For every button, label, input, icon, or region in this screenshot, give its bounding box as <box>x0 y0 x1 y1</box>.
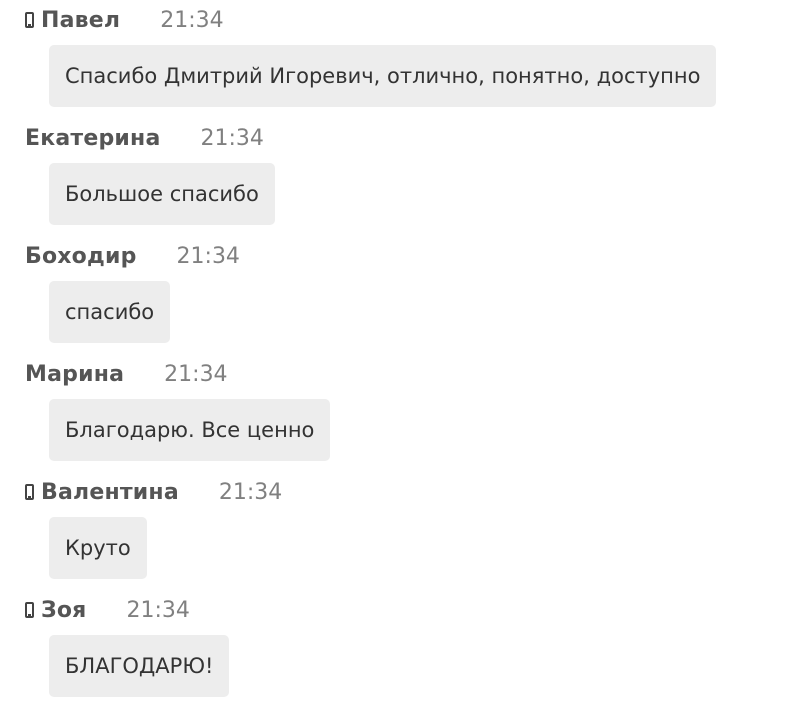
author-name: Павел <box>41 7 121 33</box>
author-name: Екатерина <box>25 125 161 151</box>
message-header: Зоя 21:34 <box>25 590 190 630</box>
message-time: 21:34 <box>218 479 283 505</box>
message-time: 21:34 <box>200 125 264 151</box>
chat-message: Зоя 21:34 БЛАГОДАРЮ! <box>0 590 808 708</box>
message-header: Екатерина 21:34 <box>25 118 264 158</box>
chat-message: Марина 21:34 Благодарю. Все ценно <box>0 354 808 472</box>
mobile-phone-icon <box>25 602 34 618</box>
message-bubble: спасибо <box>49 281 171 343</box>
message-time: 21:34 <box>164 361 228 387</box>
chat-message: Боходир 21:34 спасибо <box>0 236 808 354</box>
author-name: Зоя <box>41 597 87 623</box>
chat-message: Павел 21:34 Спасибо Дмитрий Игоревич, от… <box>0 0 808 118</box>
message-header: Павел 21:34 <box>25 0 224 40</box>
message-header: Марина 21:34 <box>25 354 228 394</box>
message-time: 21:34 <box>126 597 190 623</box>
chat-message: Екатерина 21:34 Большое спасибо <box>0 118 808 236</box>
author-name: Марина <box>25 361 125 387</box>
author-name: Валентина <box>41 479 179 505</box>
message-time: 21:34 <box>176 243 240 269</box>
message-bubble: Круто <box>49 517 147 579</box>
message-header: Валентина 21:34 <box>25 472 282 512</box>
message-header: Боходир 21:34 <box>25 236 240 276</box>
message-time: 21:34 <box>160 7 224 33</box>
message-bubble: Благодарю. Все ценно <box>49 399 331 461</box>
chat-message-list: Павел 21:34 Спасибо Дмитрий Игоревич, от… <box>0 0 808 704</box>
mobile-phone-icon <box>25 484 34 500</box>
author-name: Боходир <box>25 243 137 269</box>
message-bubble: БЛАГОДАРЮ! <box>49 635 230 697</box>
message-bubble: Спасибо Дмитрий Игоревич, отлично, понят… <box>49 45 717 107</box>
message-bubble: Большое спасибо <box>49 163 275 225</box>
mobile-phone-icon <box>25 12 34 28</box>
chat-message: Валентина 21:34 Круто <box>0 472 808 590</box>
